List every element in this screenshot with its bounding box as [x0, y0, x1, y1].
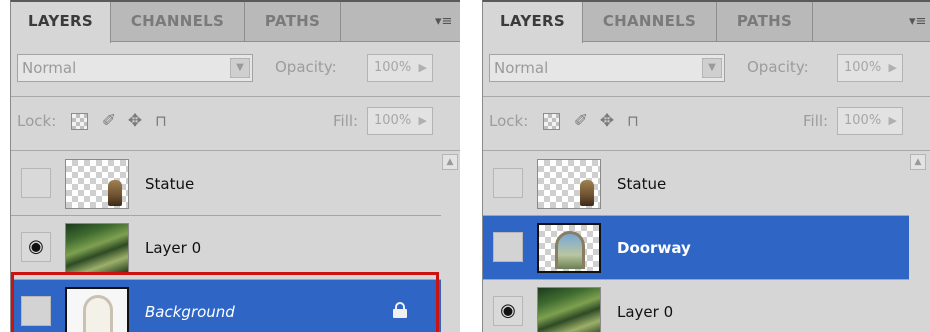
- panel-tab-bar: LAYERS CHANNELS PATHS ▾≡: [483, 2, 930, 43]
- lock-transparent-pixels-icon[interactable]: [71, 113, 88, 130]
- layer-row-layer0[interactable]: ◉ Layer 0: [11, 216, 441, 280]
- layer-row-statue[interactable]: Statue: [483, 152, 909, 216]
- slider-arrow-icon[interactable]: ▶: [419, 108, 427, 134]
- highlight-frame: [11, 272, 439, 332]
- opacity-value: 100%: [844, 60, 882, 75]
- layer-name: Statue: [617, 175, 667, 193]
- layer-thumbnail-statue: [537, 159, 601, 209]
- lock-transparent-pixels-icon[interactable]: [543, 113, 560, 130]
- layer-name: Doorway: [617, 239, 691, 257]
- scroll-up-icon[interactable]: ▲: [910, 154, 926, 170]
- visibility-toggle-empty[interactable]: [493, 232, 523, 262]
- panel-tab-bar: LAYERS CHANNELS PATHS ▾≡: [11, 2, 460, 43]
- opacity-label: Opacity:: [275, 58, 337, 76]
- layer-thumbnail-doorway: [537, 223, 601, 273]
- lock-row: Lock: ✐ ✥ ⊓ Fill: 100% ▶: [483, 105, 930, 141]
- layer-row-doorway[interactable]: Doorway: [483, 216, 909, 280]
- layer-name: Layer 0: [145, 239, 202, 257]
- statue-figure: [580, 180, 594, 206]
- fill-label: Fill:: [333, 112, 359, 130]
- chevron-down-icon[interactable]: ▼: [702, 58, 722, 78]
- opacity-field[interactable]: 100% ▶: [367, 54, 433, 82]
- tab-channels[interactable]: CHANNELS: [111, 2, 245, 42]
- divider: [483, 96, 930, 97]
- doorway-arch: [555, 231, 585, 269]
- lock-position-move-icon[interactable]: ✥: [595, 105, 619, 137]
- slider-arrow-icon[interactable]: ▶: [419, 55, 427, 81]
- layer-name: Layer 0: [617, 303, 674, 321]
- tab-channels[interactable]: CHANNELS: [583, 2, 717, 42]
- blend-row: Normal ▼ Opacity: 100% ▶: [11, 49, 460, 85]
- slider-arrow-icon[interactable]: ▶: [889, 108, 897, 134]
- fill-value: 100%: [374, 113, 412, 128]
- layer-thumbnail-landscape: [65, 223, 129, 273]
- opacity-field[interactable]: 100% ▶: [837, 54, 903, 82]
- fill-field[interactable]: 100% ▶: [837, 107, 903, 135]
- slider-arrow-icon[interactable]: ▶: [889, 55, 897, 81]
- lock-all-icon[interactable]: ⊓: [149, 105, 173, 137]
- blend-mode-value: Normal: [494, 59, 549, 77]
- divider: [11, 96, 460, 97]
- fill-value: 100%: [844, 113, 882, 128]
- layer-thumbnail-landscape: [537, 287, 601, 332]
- fill-field[interactable]: 100% ▶: [367, 107, 433, 135]
- eye-icon[interactable]: ◉: [21, 232, 51, 262]
- statue-figure: [108, 180, 122, 206]
- scrollbar[interactable]: ▲: [441, 152, 459, 332]
- visibility-toggle-empty[interactable]: [21, 168, 51, 198]
- divider: [483, 150, 930, 151]
- chevron-down-icon[interactable]: ▼: [230, 58, 250, 78]
- scroll-up-icon[interactable]: ▲: [442, 154, 458, 170]
- tab-paths[interactable]: PATHS: [717, 2, 813, 42]
- blend-mode-select[interactable]: Normal ▼: [17, 54, 253, 82]
- panel-menu-icon[interactable]: ▾≡: [909, 12, 930, 32]
- tab-layers[interactable]: LAYERS: [11, 2, 111, 43]
- layers-panel-right: LAYERS CHANNELS PATHS ▾≡ Normal ▼ Opacit…: [482, 0, 930, 332]
- visibility-toggle-empty[interactable]: [493, 168, 523, 198]
- lock-label: Lock:: [489, 112, 529, 130]
- lock-image-pixels-brush-icon[interactable]: ✐: [97, 105, 121, 137]
- layer-thumbnail-statue: [65, 159, 129, 209]
- blend-mode-select[interactable]: Normal ▼: [489, 54, 725, 82]
- blend-row: Normal ▼ Opacity: 100% ▶: [483, 49, 930, 85]
- lock-label: Lock:: [17, 112, 57, 130]
- layer-row-layer0[interactable]: ◉ Layer 0: [483, 280, 909, 332]
- lock-image-pixels-brush-icon[interactable]: ✐: [569, 105, 593, 137]
- layer-row-statue[interactable]: Statue: [11, 152, 441, 216]
- fill-label: Fill:: [803, 112, 829, 130]
- layer-name: Statue: [145, 175, 195, 193]
- layer-list: Statue Doorway ◉ Layer 0: [483, 152, 909, 332]
- scrollbar[interactable]: ▲: [909, 152, 927, 332]
- lock-all-icon[interactable]: ⊓: [621, 105, 645, 137]
- blend-mode-value: Normal: [22, 59, 77, 77]
- panel-menu-icon[interactable]: ▾≡: [435, 12, 457, 32]
- layers-panel-left: LAYERS CHANNELS PATHS ▾≡ Normal ▼ Opacit…: [10, 0, 460, 332]
- divider: [11, 150, 460, 151]
- opacity-label: Opacity:: [747, 58, 809, 76]
- tab-paths[interactable]: PATHS: [245, 2, 341, 42]
- tab-layers[interactable]: LAYERS: [483, 2, 583, 43]
- eye-icon[interactable]: ◉: [493, 296, 523, 326]
- lock-position-move-icon[interactable]: ✥: [123, 105, 147, 137]
- opacity-value: 100%: [374, 60, 412, 75]
- lock-row: Lock: ✐ ✥ ⊓ Fill: 100% ▶: [11, 105, 460, 141]
